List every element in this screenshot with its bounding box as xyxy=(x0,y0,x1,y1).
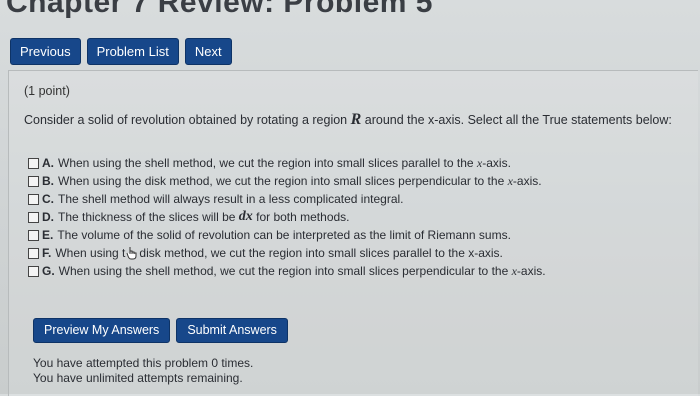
choice-d[interactable]: D. The thickness of the slices will be d… xyxy=(28,208,546,226)
previous-button[interactable]: Previous xyxy=(10,38,81,65)
problem-navigation: Previous Problem List Next xyxy=(10,38,232,65)
choice-e[interactable]: E. The volume of the solid of revolution… xyxy=(28,226,546,244)
choice-text-end: -axis. xyxy=(516,264,546,278)
next-button[interactable]: Next xyxy=(184,38,232,65)
choice-g[interactable]: G. When using the shell method, we cut t… xyxy=(28,262,546,280)
answer-choices: A. When using the shell method, we cut t… xyxy=(28,154,546,280)
question-prompt: Consider a solid of revolution obtained … xyxy=(24,111,672,129)
choice-letter: G. xyxy=(42,264,55,278)
choice-letter: D. xyxy=(42,210,54,224)
choice-text: When using the shell method, we cut the … xyxy=(58,156,474,170)
attempt-status: You have attempted this problem 0 times.… xyxy=(33,356,253,386)
region-symbol: R xyxy=(350,111,362,128)
checkbox-d[interactable] xyxy=(28,211,39,223)
checkbox-f[interactable] xyxy=(28,247,39,259)
choice-a[interactable]: A. When using the shell method, we cut t… xyxy=(28,154,546,172)
checkbox-g[interactable] xyxy=(28,265,39,277)
prompt-text-end: around the x-axis. Select all the True s… xyxy=(364,113,672,127)
point-value: (1 point) xyxy=(24,84,70,98)
preview-answers-button[interactable]: Preview My Answers xyxy=(33,318,171,343)
submit-answers-button[interactable]: Submit Answers xyxy=(176,318,288,343)
choice-text-end: -axis. xyxy=(512,174,542,188)
attempts-remaining: You have unlimited attempts remaining. xyxy=(33,371,243,385)
choice-text: The shell method will always result in a… xyxy=(58,192,404,206)
choice-text-end: -axis. xyxy=(482,156,511,170)
problem-list-button[interactable]: Problem List xyxy=(86,38,179,65)
choice-letter: B. xyxy=(42,174,54,188)
checkbox-e[interactable] xyxy=(28,229,39,241)
choice-letter: E. xyxy=(42,228,54,242)
choice-text-end: for both methods. xyxy=(256,210,350,224)
choice-letter: F. xyxy=(42,246,52,260)
page-title: Chapter 7 Review: Problem 5 xyxy=(6,0,433,19)
choice-letter: A. xyxy=(42,156,54,170)
choice-text: When using t xyxy=(55,246,126,260)
checkbox-c[interactable] xyxy=(28,193,39,205)
choice-text: When using the shell method, we cut the … xyxy=(58,264,509,278)
checkbox-b[interactable] xyxy=(28,175,39,187)
checkbox-a[interactable] xyxy=(28,157,39,169)
choice-c[interactable]: C. The shell method will always result i… xyxy=(28,190,546,208)
prompt-text-start: Consider a solid of revolution obtained … xyxy=(24,113,348,127)
hand-cursor-icon xyxy=(126,246,138,260)
attempts-made: You have attempted this problem 0 times. xyxy=(33,356,254,370)
choice-text-end: disk method, we cut the region into smal… xyxy=(139,246,503,260)
choice-text: The volume of the solid of revolution ca… xyxy=(57,228,511,242)
answer-actions: Preview My Answers Submit Answers xyxy=(33,318,288,343)
math-variable: dx xyxy=(238,209,253,224)
choice-f[interactable]: F. When using t disk method, we cut the … xyxy=(28,244,546,262)
choice-b[interactable]: B. When using the disk method, we cut th… xyxy=(28,172,546,190)
choice-letter: C. xyxy=(42,192,54,206)
choice-text: The thickness of the slices will be xyxy=(58,210,236,224)
choice-text: When using the disk method, we cut the r… xyxy=(58,174,505,188)
